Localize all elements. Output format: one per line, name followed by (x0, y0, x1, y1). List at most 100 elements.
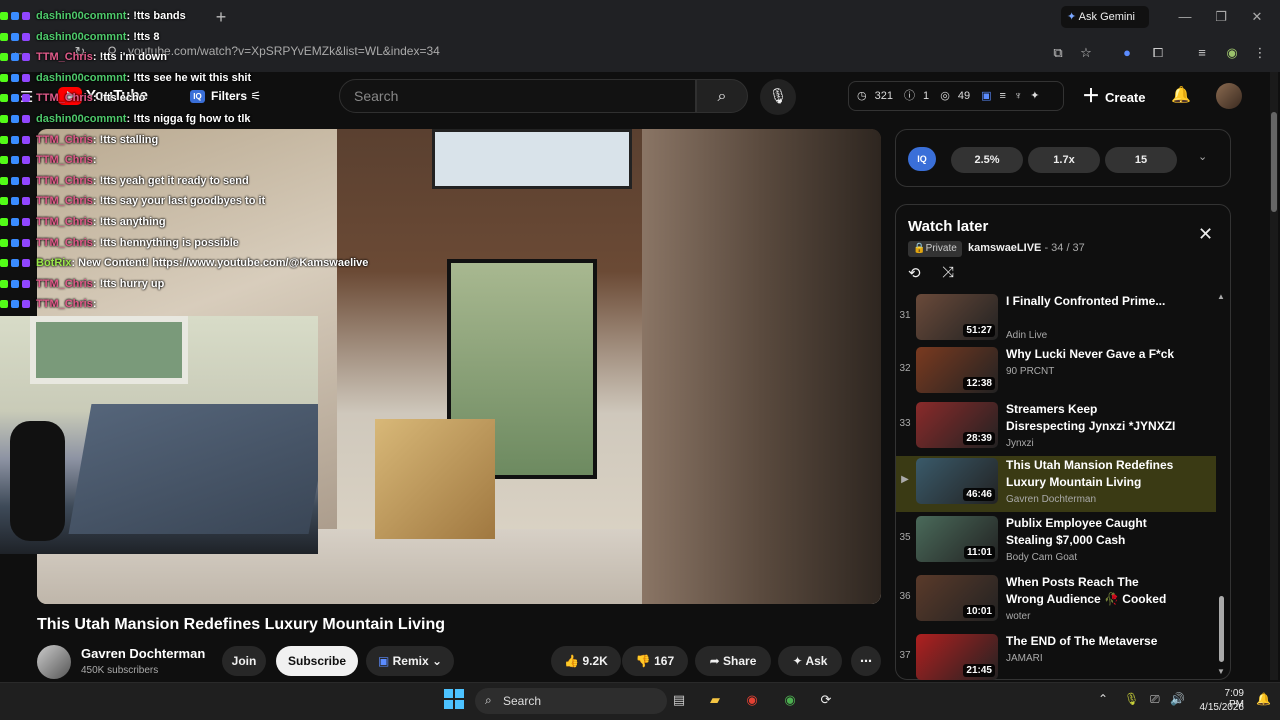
playlist-owner-name[interactable]: kamswaeLIVE (968, 242, 1041, 254)
playlist-item-title[interactable]: I Finally Confronted Prime... (1006, 293, 1176, 310)
install-icon[interactable]: ⧉ (1048, 43, 1068, 63)
join-button[interactable]: Join (222, 646, 266, 676)
playlist-item-index: 31 (899, 310, 911, 321)
iq-pill-percent[interactable]: 2.5% (951, 147, 1023, 173)
remix-button[interactable]: ▣ Remix ⌄ (366, 646, 454, 676)
twitch-badge-icon (22, 156, 30, 165)
page-scrollbar-thumb[interactable] (1271, 112, 1277, 212)
chat-text: : !tts anything (92, 215, 166, 228)
list-icon: ≡ (999, 90, 1006, 102)
chat-text: : !tts hennything is possible (92, 236, 239, 249)
minimize-icon[interactable]: — (1170, 6, 1200, 28)
close-icon[interactable]: ✕ (1198, 224, 1213, 245)
taskbar-search[interactable]: Search (475, 688, 667, 714)
playlist-scrollbar[interactable] (1219, 596, 1224, 662)
create-button[interactable]: ＋ Create (1082, 83, 1158, 109)
video-thumbnail[interactable]: 21:45 (916, 634, 998, 680)
video-thumbnail[interactable]: 12:38 (916, 347, 998, 393)
iq-pill-multiplier[interactable]: 1.7x (1028, 147, 1100, 173)
video-thumbnail[interactable]: 51:27 (916, 294, 998, 340)
task-view-icon[interactable]: ▤ (667, 689, 691, 711)
file-explorer-icon[interactable]: ▰ (703, 689, 727, 711)
iq-pill-count[interactable]: 15 (1105, 147, 1177, 173)
close-window-icon[interactable]: ✕ (1242, 6, 1272, 28)
shuffle-icon[interactable]: ⤨ (942, 264, 954, 281)
chrome-icon[interactable]: ◉ (740, 689, 764, 711)
video-onyx-cube (375, 419, 495, 539)
playlist-item[interactable]: 32 12:38 Why Lucki Never Gave a F*ck 90 PRC… (896, 345, 1216, 401)
chat-message: TTM_Chris: !tts yeah get it ready to sen… (0, 171, 400, 192)
loop-icon[interactable]: ⟲ (908, 264, 921, 282)
video-thumbnail[interactable]: 11:01 (916, 516, 998, 562)
playlist-item[interactable]: 33 28:39 Streamers Keep Disrespecting Jynx… (896, 400, 1216, 456)
media-control-icon[interactable]: ≡ (1192, 43, 1212, 63)
browser-menu-icon[interactable]: ⋮ (1250, 43, 1270, 63)
clock-date[interactable]: 4/15/2026 (1196, 702, 1245, 713)
video-thumbnail[interactable]: 46:46 (916, 458, 998, 504)
playlist-item-title[interactable]: Streamers Keep Disrespecting Jynxzi *JYN… (1006, 401, 1176, 435)
scroll-down-icon[interactable]: ▼ (1217, 667, 1225, 676)
playlist-item-title[interactable]: When Posts Reach The Wrong Audience 🥀 Co… (1006, 574, 1176, 608)
notifications-bell-icon[interactable]: 🔔 (1170, 84, 1192, 108)
playlist-item[interactable]: ▶ 46:46 This Utah Mansion Redefines Luxury… (896, 456, 1216, 512)
microphone-tray-icon[interactable]: 🎙 (1124, 692, 1139, 706)
playlist-item-title[interactable]: Why Lucki Never Gave a F*ck (1006, 346, 1176, 363)
chevron-down-icon[interactable]: ⌄ (1198, 150, 1207, 163)
chrome-profile-icon[interactable]: ◉ (778, 689, 802, 711)
video-thumbnail[interactable]: 28:39 (916, 402, 998, 448)
maximize-icon[interactable]: ❐ (1206, 6, 1236, 28)
channel-name[interactable]: Gavren Dochterman (81, 646, 205, 661)
subscribe-button[interactable]: Subscribe (276, 646, 358, 676)
like-button[interactable]: 👍 9.2K (551, 646, 621, 676)
iq-logo-icon[interactable]: IQ (908, 147, 936, 171)
dislike-button[interactable]: 👎 167 (622, 646, 688, 676)
playlist-title[interactable]: Watch later (908, 218, 988, 235)
chat-text: : New Content! https://www.youtube.com/@… (71, 257, 369, 270)
more-actions-button[interactable]: ⋯ (851, 646, 881, 676)
twitter-badge-icon (11, 300, 19, 309)
twitter-badge-icon (11, 12, 19, 21)
playlist-item[interactable]: 31 51:27 I Finally Confronted Prime... Adin… (896, 292, 1216, 348)
extension-icon[interactable]: ● (1117, 43, 1137, 63)
search-button[interactable]: ⌕ (696, 79, 748, 113)
subscriber-count: 450K subscribers (81, 665, 159, 676)
stat-views: 49 (957, 90, 971, 102)
channel-avatar[interactable] (37, 645, 71, 679)
volume-icon[interactable]: 🔊 (1170, 692, 1185, 706)
playlist-item[interactable]: 37 21:45 The END of The Metaverse JAMARI (896, 632, 1216, 688)
profile-icon[interactable]: ◉ (1222, 43, 1242, 63)
plus-icon: ＋ (1082, 86, 1106, 106)
chat-text: : !tts stalling (92, 133, 159, 146)
user-avatar[interactable] (1216, 83, 1242, 109)
playlist-item-title[interactable]: The END of The Metaverse (1006, 633, 1176, 650)
playlist-item[interactable]: 35 11:01 Publix Employee Caught Stealing $… (896, 514, 1216, 570)
twitch-badge-icon (22, 218, 30, 227)
app-icon[interactable]: ⟳ (814, 689, 838, 711)
chat-username: dashin00commnt (36, 30, 127, 43)
playlist-item-title[interactable]: Publix Employee Caught Stealing $7,000 C… (1006, 515, 1176, 549)
ask-gemini-button[interactable]: ✦ Ask Gemini (1061, 6, 1149, 28)
network-icon[interactable]: ⎚ (1150, 692, 1160, 707)
video-thumbnail[interactable]: 10:01 (916, 575, 998, 621)
share-button[interactable]: ➦ Share (695, 646, 771, 676)
kick-badge-icon (0, 156, 8, 165)
voice-search-button[interactable]: 🎙 (760, 79, 796, 115)
thumbs-up-icon: 👍 (564, 654, 583, 668)
extensions-puzzle-icon[interactable]: ⧠ (1148, 43, 1168, 63)
windows-start-icon[interactable] (444, 689, 464, 709)
playlist-item-title[interactable]: This Utah Mansion Redefines Luxury Mount… (1006, 457, 1176, 491)
notification-center-icon[interactable]: 🔔 (1256, 692, 1271, 706)
ask-button[interactable]: ✦ Ask (778, 646, 842, 676)
kick-badge-icon (0, 300, 8, 309)
scroll-up-icon[interactable]: ▲ (1217, 292, 1225, 301)
lock-icon: 🔒 (913, 243, 926, 254)
bookmark-star-icon[interactable]: ☆ (1076, 43, 1096, 63)
share-icon: ➦ (709, 654, 724, 668)
chat-username: dashin00commnt (36, 71, 127, 84)
stats-widget[interactable]: ◷ 321 ⓘ 1 ◎ 49 ▣ ≡ ♆ ✦ (848, 81, 1064, 111)
tray-overflow-icon[interactable]: ⌃ (1098, 692, 1108, 706)
create-label: Create (1105, 90, 1146, 105)
stat-alerts: 1 (923, 90, 930, 102)
playlist-item[interactable]: 36 10:01 When Posts Reach The Wrong Audien… (896, 573, 1216, 629)
privacy-label: Private (925, 243, 957, 254)
